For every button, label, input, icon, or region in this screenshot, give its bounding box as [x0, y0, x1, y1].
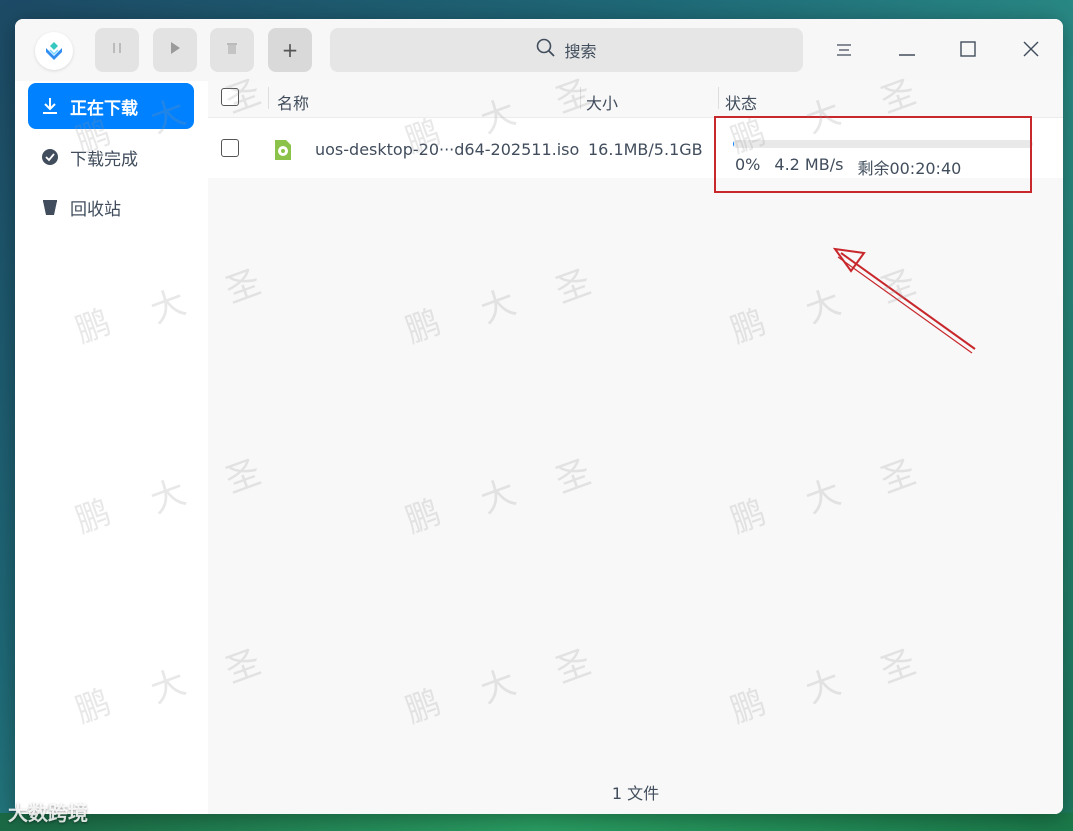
- annotation-highlight-box: [714, 116, 1032, 193]
- file-name: uos-desktop-20···d64-202511.iso: [315, 140, 580, 159]
- sidebar-item-downloading[interactable]: 正在下载: [28, 83, 194, 129]
- maximize-button[interactable]: [950, 33, 986, 69]
- column-divider: [580, 87, 581, 109]
- main-menu-button[interactable]: [826, 33, 862, 69]
- search-icon: [536, 38, 556, 62]
- start-button[interactable]: [153, 28, 197, 72]
- titlebar: + 搜索: [15, 19, 1063, 81]
- sidebar-item-label: 正在下载: [70, 98, 138, 119]
- corner-logo: 大数跨境: [8, 801, 88, 825]
- column-divider: [718, 87, 719, 109]
- column-divider: [268, 87, 269, 109]
- file-size: 16.1MB/5.1GB: [588, 140, 703, 159]
- desktop-background: [0, 813, 1073, 831]
- app-logo-icon: [46, 42, 62, 60]
- delete-button[interactable]: [210, 28, 254, 72]
- sidebar-item-completed[interactable]: 下载完成: [28, 134, 194, 180]
- play-icon: [169, 41, 181, 59]
- minimize-button[interactable]: [889, 33, 925, 69]
- pause-icon: [112, 42, 122, 58]
- trash-icon: [40, 197, 60, 217]
- table-header: 名称 大小 状态: [208, 81, 1063, 118]
- check-circle-icon: [40, 147, 60, 167]
- trash-icon: [226, 41, 238, 59]
- column-header-status[interactable]: 状态: [725, 90, 757, 114]
- maximize-icon: [960, 41, 976, 61]
- search-placeholder: 搜索: [564, 42, 597, 61]
- file-count: 1 文件: [611, 784, 660, 803]
- add-task-button[interactable]: +: [268, 28, 312, 72]
- download-manager-window: + 搜索 正在下载 下载完成 回收站 名称 大小 状态 uos-desktop-…: [15, 19, 1063, 814]
- sidebar: 正在下载 下载完成 回收站: [15, 81, 208, 814]
- column-header-name[interactable]: 名称: [277, 90, 309, 114]
- sidebar-item-trash[interactable]: 回收站: [28, 184, 194, 230]
- plus-icon: +: [281, 38, 299, 62]
- pause-button[interactable]: [95, 28, 139, 72]
- search-box[interactable]: 搜索: [330, 28, 803, 72]
- select-all-checkbox[interactable]: [221, 88, 239, 106]
- app-logo: [35, 32, 73, 70]
- column-header-size[interactable]: 大小: [586, 90, 618, 114]
- sidebar-item-label: 下载完成: [70, 149, 138, 170]
- disc-image-file-icon: [273, 139, 293, 165]
- sidebar-item-label: 回收站: [70, 199, 121, 220]
- close-button[interactable]: [1013, 33, 1049, 69]
- minimize-icon: [898, 42, 916, 61]
- menu-icon: [836, 42, 852, 61]
- close-icon: [1023, 41, 1039, 61]
- download-icon: [40, 96, 60, 116]
- row-checkbox[interactable]: [221, 139, 239, 157]
